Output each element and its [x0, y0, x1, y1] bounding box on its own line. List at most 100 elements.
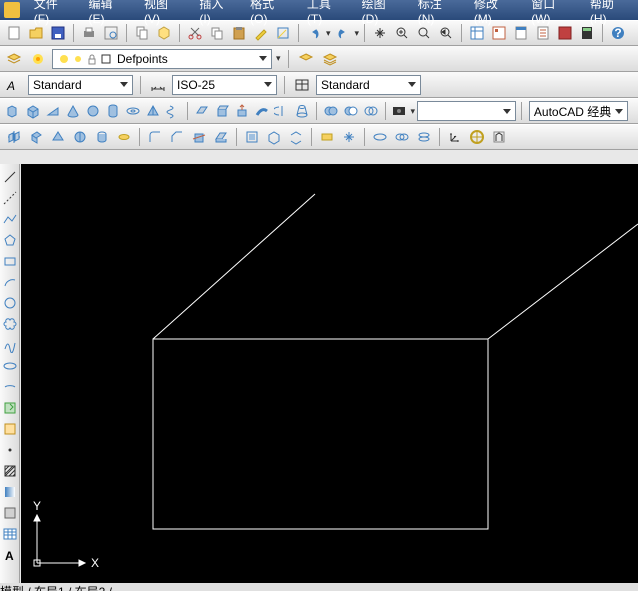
- mtext-button[interactable]: A: [1, 546, 19, 564]
- 3dprint-button[interactable]: [154, 23, 174, 43]
- publish-button[interactable]: [132, 23, 152, 43]
- table-style-combo[interactable]: Standard: [316, 75, 421, 95]
- zoom-previous-button[interactable]: [436, 23, 456, 43]
- new-button[interactable]: [4, 23, 24, 43]
- pyramid-button[interactable]: [144, 101, 162, 121]
- flatshot-button[interactable]: [339, 127, 359, 147]
- match-properties-button[interactable]: [251, 23, 271, 43]
- extrude-button[interactable]: [213, 101, 231, 121]
- quickcalc-button[interactable]: [577, 23, 597, 43]
- menu-draw[interactable]: 绘图(D): [354, 0, 410, 20]
- 3dscale-button[interactable]: [92, 127, 112, 147]
- dropdown-arrow-icon[interactable]: ▾: [410, 106, 415, 117]
- cone-button[interactable]: [64, 101, 82, 121]
- insert-block-button[interactable]: [1, 399, 19, 417]
- revision-cloud-button[interactable]: [1, 315, 19, 333]
- tool-palettes-button[interactable]: [511, 23, 531, 43]
- paste-button[interactable]: [229, 23, 249, 43]
- markup-button[interactable]: [555, 23, 575, 43]
- dropdown-arrow-icon[interactable]: ▾: [276, 53, 281, 64]
- menu-help[interactable]: 帮助(H): [582, 0, 638, 20]
- cut-button[interactable]: [185, 23, 205, 43]
- drawing-area[interactable]: X Y: [21, 164, 638, 583]
- layout-tabs[interactable]: 模型 / 布局1 / 布局2 /: [0, 585, 112, 591]
- sphere-button[interactable]: [84, 101, 102, 121]
- intersect-button[interactable]: [362, 101, 380, 121]
- planar-surface-button[interactable]: [193, 101, 211, 121]
- helix-button[interactable]: [164, 101, 182, 121]
- table-button[interactable]: [1, 525, 19, 543]
- copy-edges-button[interactable]: [414, 127, 434, 147]
- layer-combo[interactable]: Defpoints: [52, 49, 272, 69]
- 3drotate-button[interactable]: [26, 127, 46, 147]
- ellipse-arc-button[interactable]: [1, 378, 19, 396]
- polysolid-button[interactable]: [4, 101, 22, 121]
- undo-button[interactable]: [304, 23, 324, 43]
- table-style-button[interactable]: [292, 75, 312, 95]
- hatch-button[interactable]: [1, 462, 19, 480]
- gradient-button[interactable]: [1, 483, 19, 501]
- revolve-button[interactable]: [273, 101, 291, 121]
- layer-manager-button[interactable]: [4, 49, 24, 69]
- menu-modify[interactable]: 修改(M): [466, 0, 523, 20]
- print-button[interactable]: [79, 23, 99, 43]
- region-button[interactable]: [1, 504, 19, 522]
- pan-button[interactable]: [370, 23, 390, 43]
- ucs-button[interactable]: [445, 127, 465, 147]
- make-block-button[interactable]: [1, 420, 19, 438]
- loft-button[interactable]: [293, 101, 311, 121]
- cylinder-button[interactable]: [104, 101, 122, 121]
- presspull-button[interactable]: [233, 101, 251, 121]
- dim-style-button[interactable]: [148, 75, 168, 95]
- slice-button[interactable]: [189, 127, 209, 147]
- menu-edit[interactable]: 编辑(E): [81, 0, 136, 20]
- ellipse-button[interactable]: [1, 357, 19, 375]
- zoom-window-button[interactable]: [414, 23, 434, 43]
- help-button[interactable]: ?: [608, 23, 628, 43]
- polygon-button[interactable]: [1, 231, 19, 249]
- menu-dimension[interactable]: 标注(N): [410, 0, 466, 20]
- subtract-button[interactable]: [342, 101, 360, 121]
- convert-solid-button[interactable]: [242, 127, 262, 147]
- color-edges-button[interactable]: [392, 127, 412, 147]
- 3dalign-button[interactable]: [48, 127, 68, 147]
- ucs-named-button[interactable]: [489, 127, 509, 147]
- menu-insert[interactable]: 插入(I): [191, 0, 242, 20]
- visual-style-combo[interactable]: [417, 101, 516, 121]
- section-plane-button[interactable]: [317, 127, 337, 147]
- imprint-button[interactable]: [370, 127, 390, 147]
- layer-states-button[interactable]: [320, 49, 340, 69]
- point-button[interactable]: [1, 441, 19, 459]
- sheet-set-button[interactable]: [533, 23, 553, 43]
- wedge-button[interactable]: [44, 101, 62, 121]
- fillet-edge-button[interactable]: [145, 127, 165, 147]
- layer-previous-button[interactable]: [296, 49, 316, 69]
- print-preview-button[interactable]: [101, 23, 121, 43]
- dropdown-arrow-icon[interactable]: ▾: [326, 28, 331, 39]
- zoom-realtime-button[interactable]: [392, 23, 412, 43]
- text-style-combo[interactable]: Standard: [28, 75, 133, 95]
- properties-button[interactable]: [467, 23, 487, 43]
- menu-format[interactable]: 格式(O): [242, 0, 299, 20]
- layer-on-icon[interactable]: [28, 49, 48, 69]
- dropdown-arrow-icon[interactable]: ▾: [355, 28, 360, 39]
- thicken-button[interactable]: [211, 127, 231, 147]
- workspace-combo[interactable]: AutoCAD 经典: [529, 101, 628, 121]
- redo-button[interactable]: [333, 23, 353, 43]
- design-center-button[interactable]: [489, 23, 509, 43]
- convert-surface-button[interactable]: [264, 127, 284, 147]
- line-button[interactable]: [1, 168, 19, 186]
- menu-view[interactable]: 视图(V): [136, 0, 191, 20]
- rectangle-button[interactable]: [1, 252, 19, 270]
- dim-style-combo[interactable]: ISO-25: [172, 75, 277, 95]
- menu-tools[interactable]: 工具(T): [299, 0, 354, 20]
- 3darray-button[interactable]: [114, 127, 134, 147]
- ucs-world-button[interactable]: [467, 127, 487, 147]
- circle-button[interactable]: [1, 294, 19, 312]
- box-button[interactable]: [24, 101, 42, 121]
- text-style-button[interactable]: A: [4, 75, 24, 95]
- construction-line-button[interactable]: [1, 189, 19, 207]
- spline-button[interactable]: [1, 336, 19, 354]
- copy-button[interactable]: [207, 23, 227, 43]
- sweep-button[interactable]: [253, 101, 271, 121]
